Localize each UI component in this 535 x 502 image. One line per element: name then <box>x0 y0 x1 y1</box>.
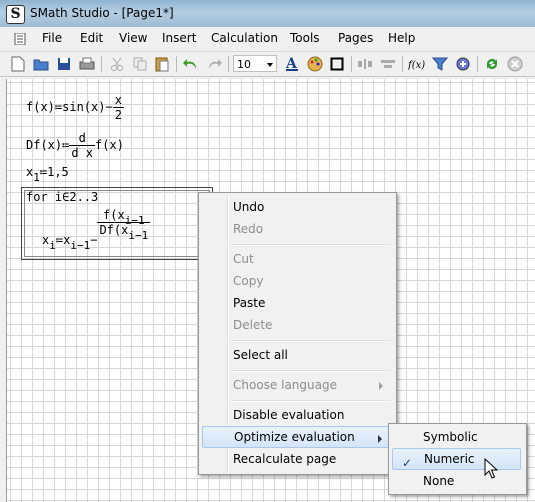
fraction-numerator: x <box>112 93 124 108</box>
document-menu-icon[interactable] <box>14 33 26 45</box>
cut-icon[interactable] <box>108 55 126 73</box>
menu-recalculate-page[interactable]: Recalculate page <box>202 448 391 470</box>
derivative-definition[interactable]: Df(x)≔ d d x f(x) <box>26 131 124 160</box>
align-icon[interactable] <box>356 55 374 73</box>
menu-delete[interactable]: Delete <box>202 314 391 336</box>
newton-iteration: xi≔xi−1− f(xi−1 Df(xi−1 <box>42 208 151 252</box>
submenu-arrow-icon <box>379 382 383 390</box>
f-lhs: f(x) <box>26 100 55 114</box>
undo-icon[interactable] <box>182 55 200 73</box>
den-text: Df(x <box>99 223 129 237</box>
assign-operator: ≔ <box>39 165 48 179</box>
fraction-denominator: 2 <box>114 108 122 122</box>
distribute-icon[interactable] <box>379 55 397 73</box>
menu-select-all[interactable]: Select all <box>202 344 391 366</box>
menu-bar: File Edit View Insert Calculation Tools … <box>0 27 535 52</box>
function-definition[interactable]: f(x)≔sin(x)− x 2 <box>26 93 124 122</box>
num-subscript: i−1 <box>124 214 145 227</box>
submenu-arrow-icon <box>378 435 382 443</box>
menu-cut[interactable]: Cut <box>202 248 391 270</box>
menu-choose-language-label: Choose language <box>233 378 337 392</box>
context-menu: Undo Redo Cut Copy Paste Delete Select a… <box>198 192 397 475</box>
palette-icon[interactable] <box>306 55 324 73</box>
fraction-numerator: d <box>69 131 96 146</box>
derivative-fraction: dd x <box>69 131 96 160</box>
for-loop-header: for i∈2..3 <box>26 190 99 204</box>
svg-text:f(x): f(x) <box>408 60 425 71</box>
stop-icon[interactable] <box>506 55 524 73</box>
menu-separator <box>230 400 390 402</box>
menu-optimize-evaluation[interactable]: Optimize evaluation <box>202 426 391 448</box>
text-color-icon[interactable]: A <box>283 55 301 73</box>
xim1-subscript: i−1 <box>70 239 91 252</box>
fraction-denominator: d x <box>71 146 94 160</box>
menu-calculation[interactable]: Calculation <box>211 31 278 45</box>
initial-value-definition[interactable]: x1≔1,5 <box>26 165 69 184</box>
menu-help[interactable]: Help <box>388 31 415 45</box>
menu-copy[interactable]: Copy <box>202 270 391 292</box>
submenu-numeric-label: Numeric <box>424 452 475 466</box>
num-text: f(x <box>103 208 125 222</box>
print-icon[interactable] <box>78 55 96 73</box>
menu-paste[interactable]: Paste <box>202 292 391 314</box>
filter-icon[interactable] <box>431 55 449 73</box>
menu-separator <box>230 244 390 246</box>
submenu-symbolic[interactable]: Symbolic <box>392 426 521 448</box>
assign-operator: ≔ <box>62 138 70 152</box>
menu-file[interactable]: File <box>42 31 62 45</box>
menu-tools[interactable]: Tools <box>290 31 320 45</box>
fraction-numerator: f(xi−1 <box>97 208 151 227</box>
df-rhs: f(x) <box>95 138 124 152</box>
window-title: SMath Studio - [Page1*] <box>30 6 174 20</box>
menu-edit[interactable]: Edit <box>80 31 103 45</box>
font-size-value: 10 <box>237 58 251 71</box>
menu-pages[interactable]: Pages <box>338 31 373 45</box>
open-folder-icon[interactable] <box>32 55 50 73</box>
df-lhs: Df(x) <box>26 138 63 152</box>
menu-separator <box>230 370 390 372</box>
toolbar: 10 A f(x) <box>0 52 535 77</box>
plugin-icon[interactable] <box>454 55 472 73</box>
new-file-icon[interactable] <box>9 55 27 73</box>
f-rhs: sin(x)− <box>62 100 113 114</box>
font-size-select[interactable]: 10 <box>233 55 277 72</box>
x1-value: 1,5 <box>47 165 69 179</box>
newton-fraction: f(xi−1 Df(xi−1 <box>97 208 151 242</box>
xi-subscript: i <box>49 239 56 252</box>
save-icon[interactable] <box>55 55 73 73</box>
menu-choose-language[interactable]: Choose language <box>202 374 391 396</box>
paste-icon[interactable] <box>153 55 171 73</box>
smath-logo-icon: S <box>6 5 25 24</box>
border-icon[interactable] <box>328 55 346 73</box>
title-bar: S SMath Studio - [Page1*] <box>0 0 535 28</box>
submenu-none[interactable]: None <box>392 470 521 492</box>
menu-view[interactable]: View <box>119 31 147 45</box>
function-icon[interactable]: f(x) <box>408 55 426 73</box>
menu-disable-evaluation[interactable]: Disable evaluation <box>202 404 391 426</box>
x1-subscript: 1 <box>33 171 40 184</box>
submenu-numeric[interactable]: ✓ Numeric <box>392 448 521 470</box>
den-subscript: i−1 <box>128 229 149 242</box>
optimize-evaluation-submenu: Symbolic ✓ Numeric None <box>388 423 527 495</box>
menu-redo[interactable]: Redo <box>202 218 391 240</box>
menu-separator <box>230 340 390 342</box>
fraction: x2 <box>112 93 124 122</box>
copy-icon[interactable] <box>131 55 149 73</box>
menu-insert[interactable]: Insert <box>162 31 196 45</box>
mouse-cursor-icon <box>484 458 498 479</box>
menu-undo[interactable]: Undo <box>202 196 391 218</box>
recalculate-icon[interactable] <box>483 55 501 73</box>
menu-optimize-evaluation-label: Optimize evaluation <box>234 430 355 444</box>
assign-operator: ≔ <box>55 233 64 247</box>
redo-icon[interactable] <box>205 55 223 73</box>
chevron-down-icon <box>267 63 273 67</box>
